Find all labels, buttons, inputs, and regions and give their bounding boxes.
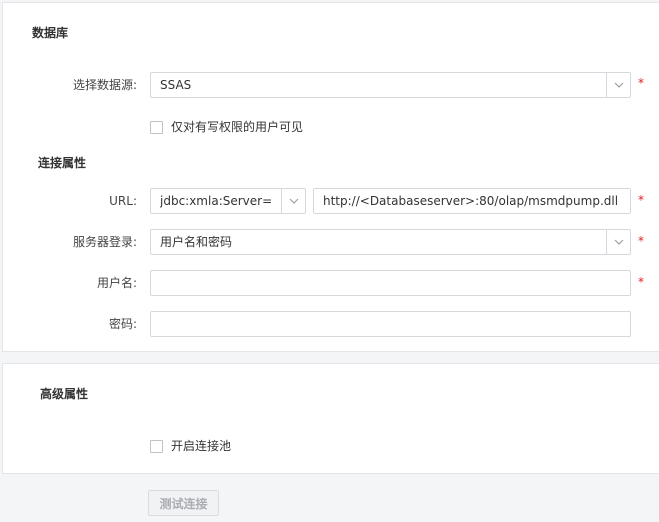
username-label: 用户名: (96, 276, 137, 290)
url-driver-select[interactable]: jdbc:xmla:Server= (150, 188, 306, 214)
advanced-section-title: 高级属性 (40, 387, 89, 401)
test-connection-button[interactable]: 测试连接 (148, 490, 219, 516)
write-only-checkbox-label: 仅对有写权限的用户可见 (171, 120, 304, 134)
connection-section-title: 连接属性 (38, 156, 87, 170)
datasource-select[interactable]: SSAS (150, 72, 631, 98)
datasource-required-mark: * (638, 76, 644, 90)
username-input[interactable] (150, 270, 631, 296)
chevron-down-icon (614, 239, 624, 245)
server-login-label: 服务器登录: (72, 235, 137, 249)
server-login-required-mark: * (638, 234, 644, 248)
datasource-value: SSAS (160, 78, 192, 92)
server-login-dropdown-arrow[interactable] (606, 230, 630, 254)
write-only-checkbox[interactable]: 仅对有写权限的用户可见 (150, 120, 303, 134)
advanced-panel: 高级属性 开启连接池 (2, 363, 659, 474)
server-login-value: 用户名和密码 (160, 235, 233, 249)
database-section-title: 数据库 (32, 26, 69, 40)
password-input[interactable] (150, 311, 631, 337)
connection-pool-checkbox[interactable]: 开启连接池 (150, 439, 231, 453)
connection-pool-checkbox-box[interactable] (150, 439, 163, 453)
url-driver-dropdown-arrow[interactable] (281, 189, 305, 213)
database-panel: 数据库 选择数据源: SSAS * 仅对有写权限的用户可见 连接属性 URL: … (2, 2, 659, 352)
url-address-input[interactable]: http://<Databaseserver>:80/olap/msmdpump… (313, 188, 631, 214)
username-required-mark: * (638, 275, 644, 289)
write-only-checkbox-box[interactable] (150, 120, 163, 134)
chevron-down-icon (614, 82, 624, 88)
connection-pool-checkbox-label: 开启连接池 (171, 439, 232, 453)
url-required-mark: * (638, 193, 644, 207)
chevron-down-icon (289, 198, 299, 204)
url-driver-value: jdbc:xmla:Server= (160, 194, 273, 208)
datasource-dropdown-arrow[interactable] (606, 73, 630, 97)
datasource-label: 选择数据源: (72, 78, 137, 92)
url-label: URL: (109, 194, 137, 208)
server-login-select[interactable]: 用户名和密码 (150, 229, 631, 255)
password-label: 密码: (108, 317, 137, 331)
url-address-value: http://<Databaseserver>:80/olap/msmdpump… (323, 194, 619, 208)
